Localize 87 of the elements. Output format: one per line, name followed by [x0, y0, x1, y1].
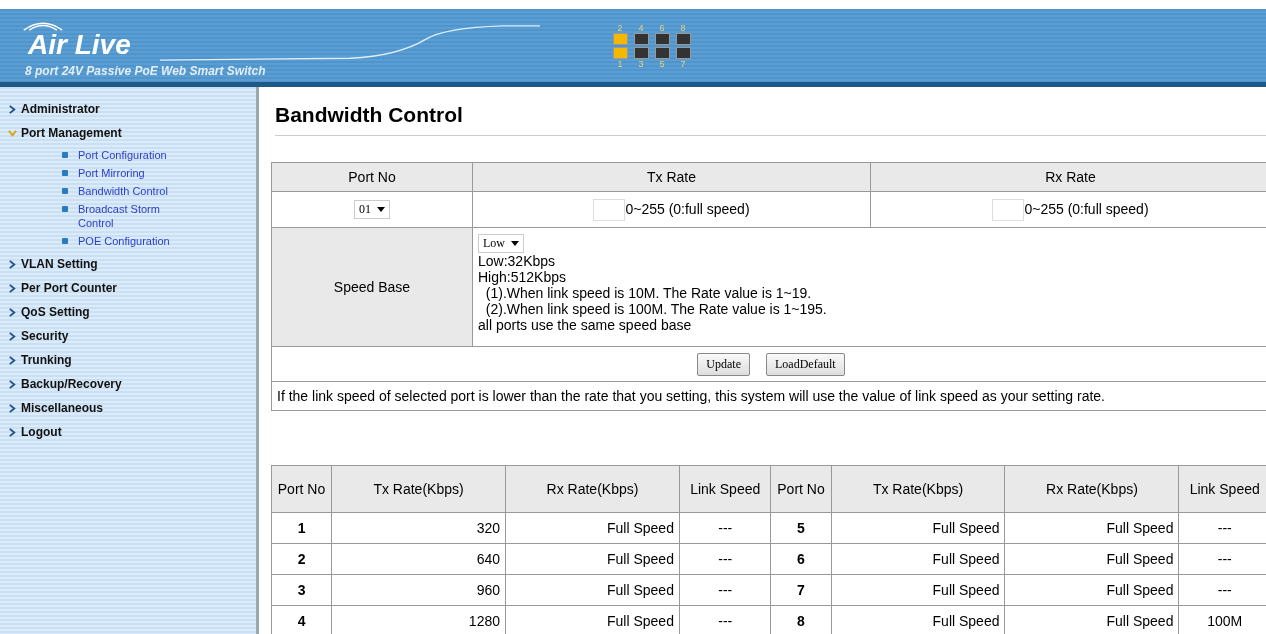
submenu-link[interactable]: Broadcast Storm Control [78, 202, 188, 230]
column-header: Link Speed [679, 465, 771, 513]
row-label: Speed Base [333, 279, 411, 295]
ethernet-port-icon[interactable] [654, 32, 670, 45]
tx-rate-input[interactable] [593, 198, 626, 221]
table-cell: 2 [271, 543, 332, 575]
submenu-link[interactable]: Port Configuration [78, 148, 188, 162]
column-header: Link Speed [1178, 465, 1266, 513]
menu-item[interactable]: Administrator [21, 102, 100, 116]
rx-rate-input[interactable] [992, 198, 1025, 221]
table-cell: --- [679, 512, 771, 544]
table-cell: --- [679, 543, 771, 575]
speed-base-select[interactable]: Low [478, 234, 524, 253]
table-cell: 320 [331, 512, 506, 544]
product-subtitle: 8 port 24V Passive PoE Web Smart Switch [25, 64, 266, 78]
table-cell: 7 [771, 574, 832, 606]
port-number: 6 [659, 22, 665, 33]
column-header: Rx Rate(Kbps) [1005, 465, 1179, 513]
page-title: Bandwidth Control [275, 103, 1266, 136]
menu-item[interactable]: Backup/Recovery [21, 377, 122, 391]
menu-item[interactable]: VLAN Setting [21, 257, 98, 271]
port-number: 8 [680, 22, 686, 33]
menu-item[interactable]: Logout [21, 425, 62, 439]
menu-item[interactable]: Port Management [21, 126, 122, 140]
range-hint: 0~255 (0:full speed) [1024, 200, 1149, 217]
table-cell: --- [679, 574, 771, 606]
bullet-icon [62, 152, 68, 158]
bullet-icon [62, 188, 68, 194]
bullet-icon [62, 238, 68, 244]
range-hint: 0~255 (0:full speed) [625, 200, 750, 217]
menu-item[interactable]: Security [21, 329, 69, 343]
menu-item[interactable]: Trunking [21, 353, 72, 367]
table-cell: Full Speed [831, 512, 1005, 544]
column-header: Rx Rate(Kbps) [505, 465, 680, 513]
menu-item[interactable]: Miscellaneous [21, 401, 104, 415]
column-header: Port No [771, 465, 832, 513]
column-header: Tx Rate(Kbps) [831, 465, 1005, 513]
column-header: Tx Rate [472, 162, 871, 192]
column-header: Port No [271, 465, 332, 513]
table-cell: 960 [331, 574, 506, 606]
port-number: 1 [617, 58, 623, 69]
port-select[interactable]: 01 [354, 200, 390, 219]
column-header: Rx Rate [870, 162, 1266, 192]
info-note: If the link speed of selected port is lower than the rate that you setting, this system will use the value of link speed as your setting rate. [277, 388, 1105, 404]
caret-icon [377, 207, 385, 212]
brand-logo: Air Live [28, 29, 131, 61]
table-cell: Full Speed [505, 574, 680, 606]
submenu-link[interactable]: Port Mirroring [78, 166, 188, 180]
table-cell: 6 [771, 543, 832, 575]
table-cell: 1 [271, 512, 332, 544]
port-number: 3 [638, 58, 644, 69]
speed-base-note: all ports use the same speed base [478, 317, 693, 333]
ethernet-port-icon[interactable] [633, 46, 649, 59]
bullet-icon [62, 170, 68, 176]
table-cell: Full Speed [831, 543, 1005, 575]
table-cell: 5 [771, 512, 832, 544]
caret-icon [511, 241, 519, 246]
table-cell: 640 [331, 543, 506, 575]
ethernet-port-icon[interactable] [675, 46, 691, 59]
speed-base-note: (1).When link speed is 10M. The Rate value is 1~19. [484, 285, 813, 301]
ethernet-port-icon[interactable] [633, 32, 649, 45]
ethernet-port-icon[interactable] [675, 32, 691, 45]
speed-base-note: Low:32Kbps [478, 253, 557, 269]
table-cell: Full Speed [831, 574, 1005, 606]
table-cell: Full Speed [505, 543, 680, 575]
port-number: 4 [638, 22, 644, 33]
menu-item[interactable]: QoS Setting [21, 305, 90, 319]
submenu-link[interactable]: Bandwidth Control [78, 184, 188, 198]
port-number: 7 [680, 58, 686, 69]
speed-base-note: High:512Kbps [478, 269, 567, 285]
table-cell: 4 [271, 605, 332, 634]
port-number: 5 [659, 58, 665, 69]
table-cell: Full Speed [1005, 512, 1179, 544]
table-cell: Full Speed [1005, 543, 1179, 575]
table-cell: Full Speed [1005, 574, 1179, 606]
table-cell: 3 [271, 574, 332, 606]
bullet-icon [62, 206, 68, 212]
submenu-link[interactable]: POE Configuration [78, 234, 188, 248]
speed-base-note: (2).When link speed is 100M. The Rate value is 1~195. [484, 301, 828, 317]
column-header: Port No [271, 162, 473, 192]
menu-item[interactable]: Per Port Counter [21, 281, 117, 295]
update-button[interactable]: Update [697, 352, 750, 376]
ethernet-port-icon[interactable] [654, 46, 670, 59]
table-cell: Full Speed [505, 512, 680, 544]
load-default-button[interactable]: LoadDefault [766, 352, 845, 376]
column-header: Tx Rate(Kbps) [331, 465, 506, 513]
port-number: 2 [617, 22, 623, 33]
